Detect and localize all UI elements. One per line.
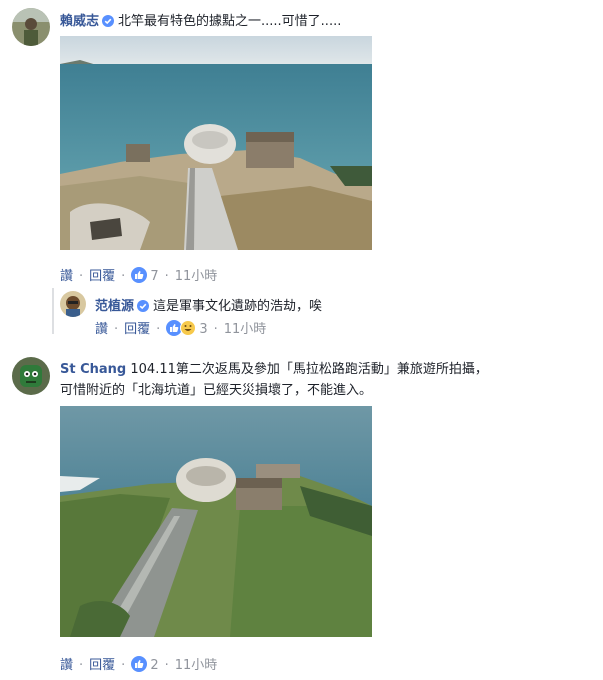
comment-photo[interactable] bbox=[60, 406, 372, 637]
comment-photo[interactable] bbox=[60, 36, 372, 250]
comment-author[interactable]: 范植源 bbox=[95, 299, 134, 314]
like-reaction-icon[interactable] bbox=[131, 267, 148, 283]
like-link[interactable]: 讚 bbox=[60, 658, 73, 673]
avatar[interactable] bbox=[60, 291, 86, 317]
comment-text-line-1: 104.11第二次返馬及參加「馬拉松路跑活動」兼旅遊所拍攝， bbox=[130, 362, 488, 377]
reaction-count[interactable]: 7 bbox=[150, 269, 158, 284]
avatar[interactable] bbox=[12, 357, 50, 395]
reply-link[interactable]: 回覆 bbox=[89, 269, 115, 284]
reaction-count[interactable]: 2 bbox=[150, 658, 158, 673]
comment-text: 北竿最有特色的據點之一.....可惜了..... bbox=[118, 14, 342, 29]
comment-author[interactable]: St Chang bbox=[60, 362, 126, 377]
reply-thread-line bbox=[52, 288, 54, 334]
comment-text-line-2: 可惜附近的「北海坑道」已經天災損壞了，不能進入。 bbox=[60, 383, 373, 398]
like-reaction-icon[interactable] bbox=[131, 656, 148, 672]
reaction-count[interactable]: 3 bbox=[199, 322, 207, 337]
comment-author[interactable]: 賴威志 bbox=[60, 14, 99, 29]
reply-link[interactable]: 回覆 bbox=[89, 658, 115, 673]
avatar[interactable] bbox=[12, 8, 50, 46]
like-link[interactable]: 讚 bbox=[60, 269, 73, 284]
comment-actions: 讚 · 回覆 · 3 · 11小時 bbox=[95, 320, 267, 337]
verified-badge-icon bbox=[137, 300, 150, 316]
comment-timestamp[interactable]: 11小時 bbox=[224, 322, 267, 337]
verified-badge-icon bbox=[102, 15, 115, 31]
comment-timestamp[interactable]: 11小時 bbox=[175, 658, 218, 673]
comment-actions: 讚 · 回覆 · 2 · 11小時 bbox=[60, 656, 218, 673]
reply-link[interactable]: 回覆 bbox=[124, 322, 150, 337]
haha-reaction-icon[interactable] bbox=[180, 320, 197, 336]
like-link[interactable]: 讚 bbox=[95, 322, 108, 337]
comment-text: 這是軍事文化遺跡的浩劫，唉 bbox=[153, 299, 323, 314]
comment-actions: 讚 · 回覆 · 7 · 11小時 bbox=[60, 267, 218, 284]
comment-timestamp[interactable]: 11小時 bbox=[175, 269, 218, 284]
